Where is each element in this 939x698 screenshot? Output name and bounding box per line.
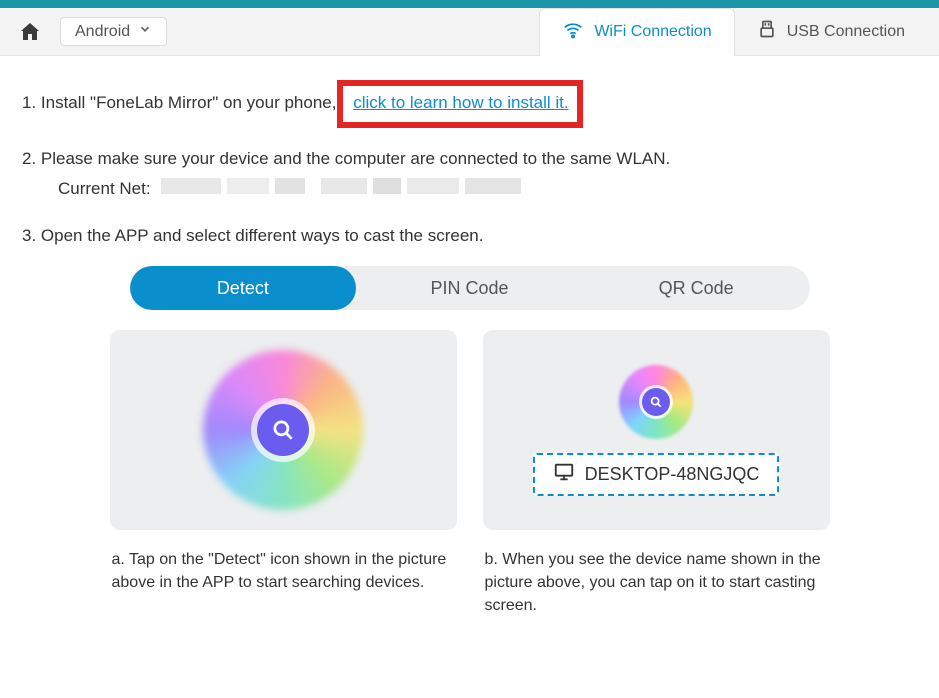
wifi-icon <box>562 19 584 46</box>
current-net-row: Current Net: <box>58 175 917 205</box>
panel-a-caption: a. Tap on the "Detect" icon shown in the… <box>110 548 457 594</box>
highlight-box: click to learn how to install it. <box>337 80 582 128</box>
current-net-value <box>161 175 531 205</box>
panel-a: a. Tap on the "Detect" icon shown in the… <box>110 330 457 618</box>
current-net-label: Current Net: <box>58 179 151 198</box>
method-tab-qr[interactable]: QR Code <box>583 266 810 310</box>
step-2-text: 2. Please make sure your device and the … <box>22 146 917 172</box>
usb-icon <box>757 19 777 44</box>
learn-install-link[interactable]: click to learn how to install it. <box>353 93 568 112</box>
detect-search-icon-small <box>642 388 670 416</box>
panel-a-illustration <box>110 330 457 530</box>
panel-b-caption: b. When you see the device name shown in… <box>483 548 830 618</box>
platform-selector[interactable]: Android <box>60 17 167 46</box>
detect-search-icon <box>257 404 309 456</box>
device-name-text: DESKTOP-48NGJQC <box>585 464 760 485</box>
step-1: 1. Install "FoneLab Mirror" on your phon… <box>22 80 917 128</box>
method-tab-detect[interactable]: Detect <box>130 266 357 310</box>
tab-wifi-connection[interactable]: WiFi Connection <box>539 8 734 56</box>
method-tab-pin[interactable]: PIN Code <box>356 266 583 310</box>
step-3: 3. Open the APP and select different way… <box>22 223 917 249</box>
method-tabs: Detect PIN Code QR Code <box>130 266 810 310</box>
tab-usb-connection[interactable]: USB Connection <box>735 9 927 54</box>
monitor-icon <box>553 461 575 488</box>
tab-wifi-label: WiFi Connection <box>594 23 711 41</box>
instruction-panels: a. Tap on the "Detect" icon shown in the… <box>110 330 830 618</box>
step-3-text: 3. Open the APP and select different way… <box>22 226 483 245</box>
step-2: 2. Please make sure your device and the … <box>22 146 917 205</box>
window-top-strip <box>0 0 939 8</box>
top-toolbar: Android WiFi Connection USB Connection <box>0 8 939 56</box>
home-button[interactable] <box>12 16 48 48</box>
net-value-redacted <box>161 175 531 197</box>
home-icon <box>18 20 42 44</box>
main-content: 1. Install "FoneLab Mirror" on your phon… <box>0 56 939 618</box>
step-1-text: 1. Install "FoneLab Mirror" on your phon… <box>22 93 336 112</box>
panel-b: DESKTOP-48NGJQC b. When you see the devi… <box>483 330 830 618</box>
panel-b-illustration: DESKTOP-48NGJQC <box>483 330 830 530</box>
tab-usb-label: USB Connection <box>787 23 905 41</box>
chevron-down-icon <box>138 22 152 41</box>
device-name-row[interactable]: DESKTOP-48NGJQC <box>533 453 780 496</box>
platform-selector-label: Android <box>75 23 130 41</box>
